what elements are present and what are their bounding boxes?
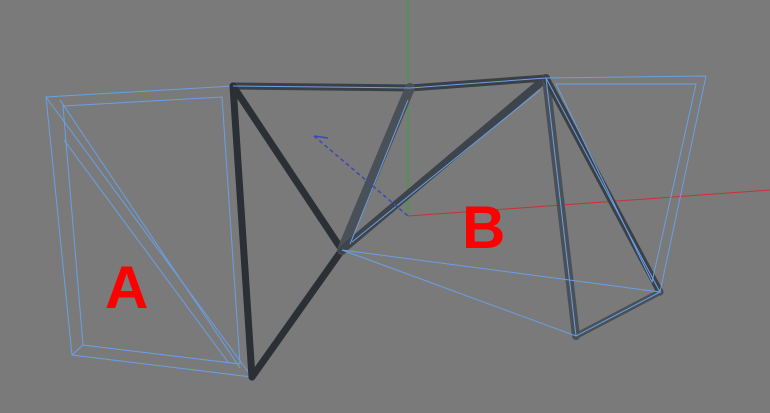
object-a-label: A [105, 254, 149, 321]
object-beams[interactable] [229, 74, 664, 381]
object-a-wireframe[interactable] [45, 85, 253, 378]
scene-canvas[interactable] [0, 0, 770, 413]
object-b-label: B [462, 194, 506, 261]
beam-edge-lines [232, 77, 661, 337]
3d-viewport[interactable]: A B [0, 0, 770, 413]
